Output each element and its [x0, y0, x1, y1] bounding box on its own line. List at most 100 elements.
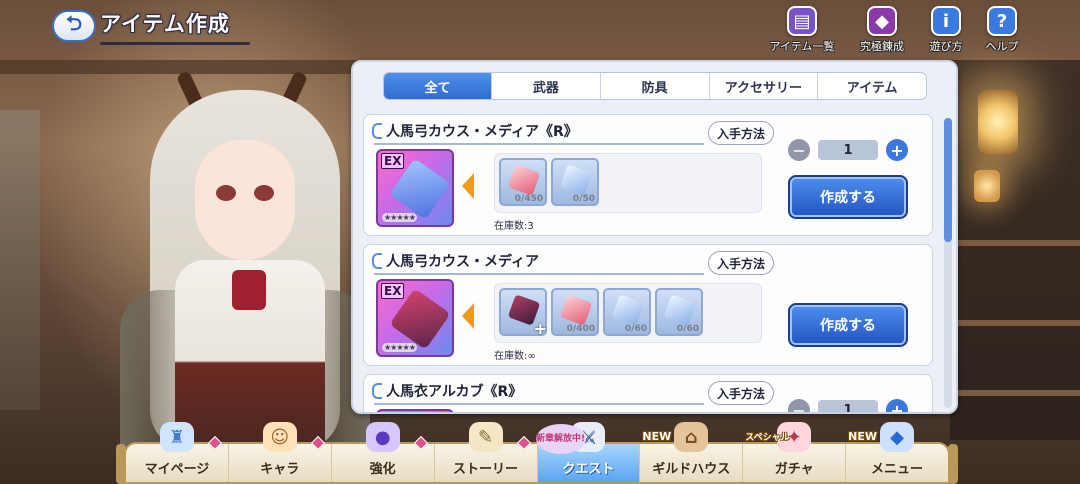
title-underline: [374, 403, 704, 405]
orbs-icon: ●: [365, 422, 400, 452]
quantity-value: 1: [818, 140, 878, 160]
title-underline: [100, 42, 250, 45]
material-count: 0/50: [572, 194, 595, 204]
title-underline: [374, 273, 704, 275]
craft-card: 人馬衣アルカブ《R》 入手方法 EX − 1 +: [363, 374, 933, 414]
info-icon: i: [931, 6, 961, 36]
tab-armor[interactable]: 防具: [601, 73, 710, 99]
back-arrow-icon: ⮌: [65, 11, 83, 35]
bottom-navigation: ♜ マイページ ☺ キャラ ● 強化 ✎ ストーリー ⚔ 新章解放中! クエスト…: [124, 422, 950, 484]
special-badge: スペシャル: [745, 433, 790, 443]
rarity-stars: ★★★★★: [382, 343, 417, 352]
help-icon: ?: [987, 6, 1017, 36]
item-icon[interactable]: EX ★★★★★: [376, 149, 454, 227]
tab-accessory[interactable]: アクセサリー: [710, 73, 819, 99]
how-to-get-button[interactable]: 入手方法: [708, 251, 774, 275]
lantern-icon: [978, 90, 1018, 154]
item-craft-panel: 全て 武器 防具 アクセサリー アイテム 人馬弓カウス・メディア《R》 入手方法…: [351, 60, 958, 414]
material-count: 0/60: [624, 324, 647, 334]
tab-item[interactable]: アイテム: [818, 73, 926, 99]
nav-label: マイページ: [144, 462, 210, 477]
decrease-button[interactable]: −: [788, 399, 810, 412]
nav-mypage[interactable]: ♜ マイページ: [126, 422, 229, 482]
lantern-icon: [974, 170, 1000, 202]
page-title: アイテム作成: [100, 12, 230, 36]
arrow-left-icon: [462, 303, 474, 329]
nav-label: ギルドハウス: [652, 462, 731, 477]
material-slot[interactable]: 0/400: [551, 288, 599, 336]
page-title-block: アイテム作成: [100, 8, 250, 46]
new-chapter-badge: 新章解放中!: [535, 424, 586, 454]
how-to-get-button[interactable]: 入手方法: [708, 121, 774, 145]
left-shelf: [0, 110, 40, 410]
character-ribbon: [232, 270, 266, 310]
nav-label: ストーリー: [453, 462, 519, 477]
material-slot[interactable]: 0/60: [655, 288, 703, 336]
decrease-button[interactable]: −: [788, 139, 810, 161]
ex-badge: EX: [381, 283, 405, 299]
character-illustration: [120, 70, 370, 484]
nav-quest[interactable]: ⚔ 新章解放中! クエスト: [535, 422, 641, 482]
material-count: 0/400: [566, 324, 595, 334]
material-slot[interactable]: 0/450: [499, 158, 547, 206]
help-label: ヘルプ: [985, 40, 1019, 53]
material-slot[interactable]: 0/60: [603, 288, 651, 336]
nav-character[interactable]: ☺ キャラ: [229, 422, 332, 482]
title-bracket-icon: [372, 383, 382, 399]
scrollbar-thumb[interactable]: [944, 118, 952, 242]
item-icon[interactable]: EX: [376, 409, 454, 414]
nav-label: メニュー: [871, 462, 924, 477]
item-icon[interactable]: EX ★★★★★: [376, 279, 454, 357]
title-bracket-icon: [372, 123, 382, 139]
crystal-icon: ◆: [880, 422, 915, 452]
create-button[interactable]: 作成する: [788, 303, 908, 347]
quantity-stepper: − 1 +: [788, 139, 908, 161]
castle-icon: ♜: [159, 422, 194, 452]
plus-icon: +: [533, 319, 547, 338]
material-count: 0/60: [676, 324, 699, 334]
quantity-value: 1: [818, 400, 878, 412]
quantity-stepper: − 1 +: [788, 399, 908, 412]
nav-enhance[interactable]: ● 強化: [332, 422, 435, 482]
craft-card: 人馬弓カウス・メディア 入手方法 EX ★★★★★ + 0/400 0/60 0…: [363, 244, 933, 366]
help-button[interactable]: ? ヘルプ: [970, 6, 1034, 56]
ex-badge: EX: [381, 413, 404, 414]
material-slot[interactable]: 0/50: [551, 158, 599, 206]
item-list-button[interactable]: ▤ アイテム一覧: [770, 6, 834, 56]
cauldron-icon: ◆: [867, 6, 897, 36]
how-to-get-button[interactable]: 入手方法: [708, 381, 774, 405]
nav-label: 強化: [369, 462, 396, 477]
craft-card: 人馬弓カウス・メディア《R》 入手方法 EX ★★★★★ 0/450 0/50 …: [363, 114, 933, 236]
nav-guild-house[interactable]: ⌂ NEW ギルドハウス: [640, 422, 744, 482]
tab-weapon[interactable]: 武器: [492, 73, 601, 99]
nav-story[interactable]: ✎ ストーリー: [435, 422, 538, 482]
shelf-plank: [950, 390, 1080, 396]
craft-list[interactable]: 人馬弓カウス・メディア《R》 入手方法 EX ★★★★★ 0/450 0/50 …: [363, 114, 937, 414]
red-gem-icon: [507, 164, 541, 196]
title-underline: [374, 143, 704, 145]
ultimate-craft-button[interactable]: ◆ 究極錬成: [850, 6, 914, 56]
increase-button[interactable]: +: [886, 139, 908, 161]
create-button[interactable]: 作成する: [788, 175, 908, 219]
rarity-stars: ★★★★★: [382, 213, 417, 222]
nav-gacha[interactable]: ✦ スペシャル ガチャ: [743, 422, 847, 482]
list-scrollbar[interactable]: [944, 118, 952, 408]
category-tabs: 全て 武器 防具 アクセサリー アイテム: [383, 72, 927, 100]
ultimate-craft-label: 究極錬成: [860, 40, 904, 53]
how-to-play-label: 遊び方: [929, 40, 963, 53]
increase-button[interactable]: +: [886, 399, 908, 412]
new-badge: NEW: [848, 430, 877, 443]
new-badge: NEW: [642, 430, 672, 443]
tab-all[interactable]: 全て: [384, 73, 492, 99]
back-button[interactable]: ⮌: [52, 10, 96, 42]
blue-crystal-icon: [663, 294, 697, 326]
blue-shard-icon: [611, 294, 645, 326]
material-slot[interactable]: +: [499, 288, 547, 338]
nav-label: クエスト: [562, 462, 615, 477]
arrow-left-icon: [462, 173, 474, 199]
shelf-plank: [950, 320, 1080, 326]
nav-menu[interactable]: ◆ NEW メニュー: [846, 422, 948, 482]
item-list-label: アイテム一覧: [769, 40, 835, 53]
how-to-play-button[interactable]: i 遊び方: [914, 6, 978, 56]
book-icon: ▤: [787, 6, 817, 36]
